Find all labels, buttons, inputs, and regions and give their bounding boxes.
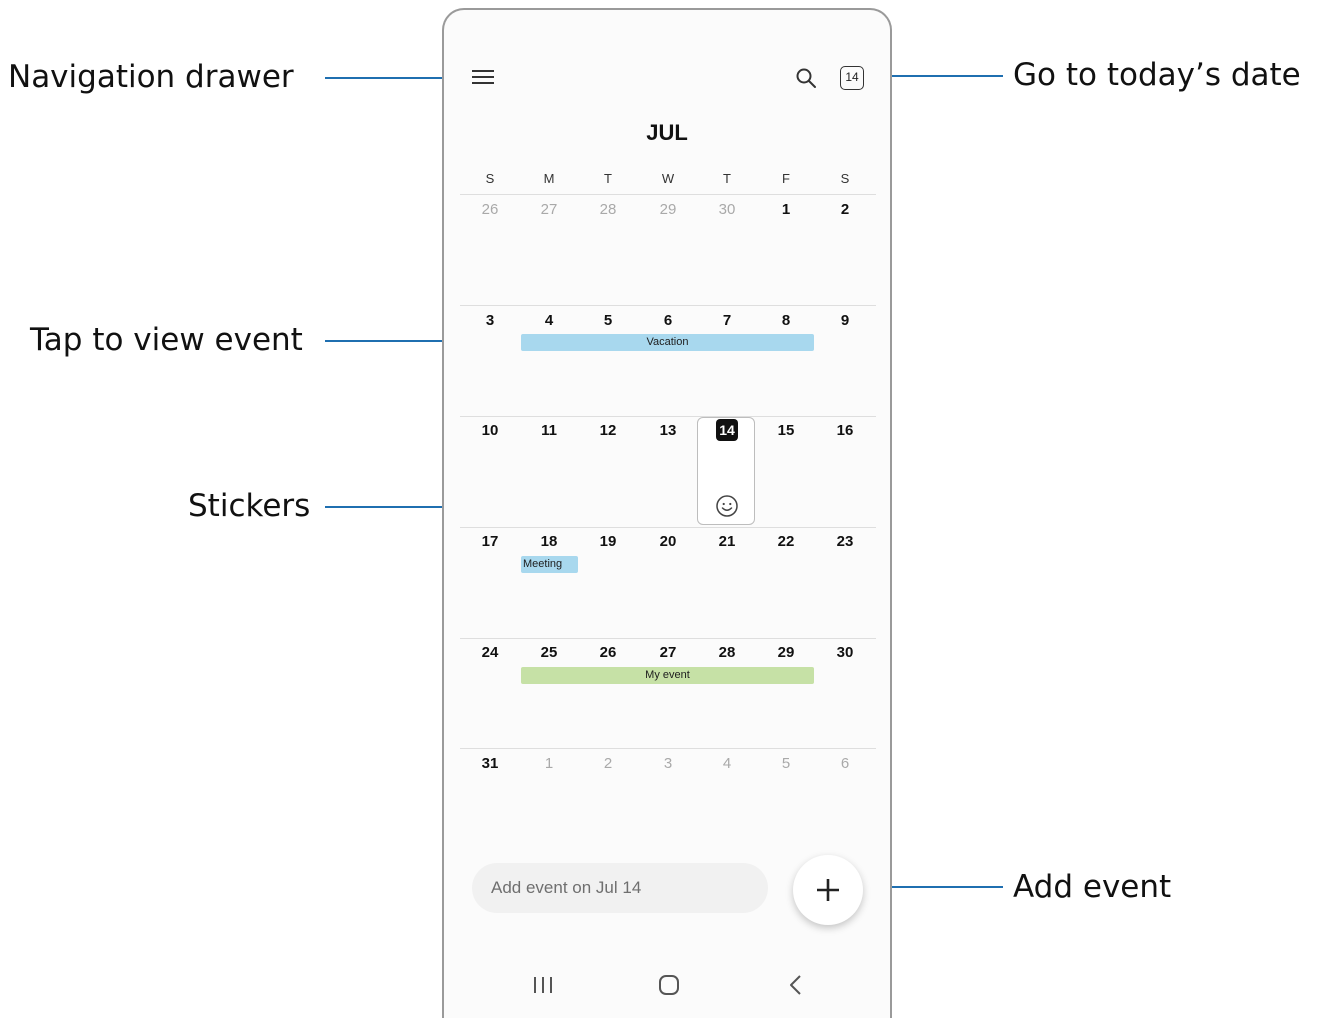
day-cell[interactable]: 28	[591, 201, 625, 218]
weekday-label: S	[485, 171, 495, 186]
day-cell[interactable]: 4	[532, 312, 566, 329]
event-vacation[interactable]: Vacation	[521, 334, 814, 351]
day-cell[interactable]: 4	[710, 755, 744, 772]
day-cell[interactable]: 5	[769, 755, 803, 772]
day-cell[interactable]: 29	[769, 644, 803, 661]
month-title: JUL	[646, 120, 688, 145]
add-event-button[interactable]	[793, 855, 863, 925]
event-my-event[interactable]: My event	[521, 667, 814, 684]
week-separator	[460, 748, 876, 749]
menu-icon[interactable]	[472, 66, 494, 90]
week-separator	[460, 305, 876, 306]
plus-icon	[817, 879, 839, 901]
day-cell[interactable]: 15	[769, 422, 803, 439]
day-cell[interactable]: 22	[769, 533, 803, 550]
day-cell[interactable]: 31	[473, 755, 507, 772]
weekday-label: M	[543, 171, 555, 186]
day-cell[interactable]: 26	[473, 201, 507, 218]
callout-line-navigation-drawer	[325, 77, 461, 79]
day-cell[interactable]: 8	[769, 312, 803, 329]
day-cell[interactable]: 5	[591, 312, 625, 329]
week-separator	[460, 194, 876, 195]
day-cell[interactable]: 6	[651, 312, 685, 329]
day-cell[interactable]: 24	[473, 644, 507, 661]
day-cell[interactable]: 27	[651, 644, 685, 661]
day-cell[interactable]: 6	[828, 755, 862, 772]
day-cell[interactable]: 19	[591, 533, 625, 550]
day-cell[interactable]: 25	[532, 644, 566, 661]
day-cell[interactable]: 29	[651, 201, 685, 218]
day-cell[interactable]: 13	[651, 422, 685, 439]
weekday-label: T	[604, 171, 612, 186]
day-cell[interactable]: 11	[532, 422, 566, 439]
weekday-label: S	[840, 171, 850, 186]
go-to-today-button[interactable]: 14	[840, 66, 864, 90]
callout-go-to-today: Go to today’s date	[1013, 57, 1301, 93]
day-cell[interactable]: 1	[769, 201, 803, 218]
callout-add-event: Add event	[1013, 869, 1172, 905]
smiley-sticker-icon[interactable]	[715, 494, 739, 518]
callout-stickers: Stickers	[188, 488, 311, 524]
day-cell[interactable]: 17	[473, 533, 507, 550]
day-cell[interactable]: 28	[710, 644, 744, 661]
day-cell[interactable]: 9	[828, 312, 862, 329]
day-cell[interactable]: 10	[473, 422, 507, 439]
day-cell[interactable]: 18	[532, 533, 566, 550]
week-separator	[460, 638, 876, 639]
search-icon[interactable]	[794, 66, 818, 90]
day-cell[interactable]: 1	[532, 755, 566, 772]
weekday-label: F	[782, 171, 790, 186]
day-cell[interactable]: 30	[710, 201, 744, 218]
day-cell[interactable]: 16	[828, 422, 862, 439]
back-icon[interactable]	[788, 974, 804, 1001]
day-cell[interactable]: 21	[710, 533, 744, 550]
day-cell[interactable]: 12	[591, 422, 625, 439]
day-cell[interactable]: 20	[651, 533, 685, 550]
event-meeting[interactable]: Meeting	[521, 556, 578, 573]
day-cell[interactable]: 23	[828, 533, 862, 550]
recents-icon[interactable]	[532, 975, 554, 1000]
day-cell[interactable]: 3	[473, 312, 507, 329]
weekday-header: S M T W T F S	[460, 171, 876, 191]
day-cell[interactable]: 2	[828, 201, 862, 218]
day-cell[interactable]: 30	[828, 644, 862, 661]
week-separator	[460, 527, 876, 528]
today-date-badge[interactable]: 14	[716, 419, 738, 441]
callout-navigation-drawer: Navigation drawer	[8, 59, 294, 95]
home-icon[interactable]	[658, 974, 680, 1001]
day-cell[interactable]: 7	[710, 312, 744, 329]
day-cell[interactable]: 2	[591, 755, 625, 772]
day-cell[interactable]: 3	[651, 755, 685, 772]
weekday-label: W	[661, 171, 675, 186]
weekday-label: T	[723, 171, 731, 186]
week-separator	[460, 416, 876, 417]
add-event-input[interactable]: Add event on Jul 14	[472, 863, 768, 913]
callout-tap-to-view-event: Tap to view event	[30, 322, 303, 358]
day-cell[interactable]: 26	[591, 644, 625, 661]
day-cell[interactable]: 27	[532, 201, 566, 218]
